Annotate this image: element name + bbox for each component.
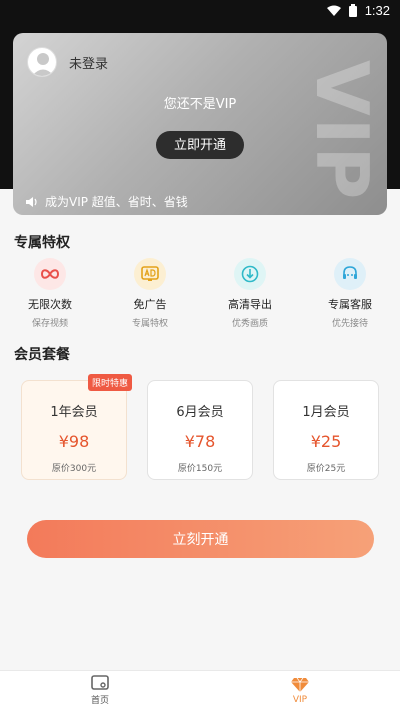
plan-original-price: 原价150元 xyxy=(177,464,223,474)
speaker-icon xyxy=(26,196,37,207)
privilege-title: 无限次数 xyxy=(28,298,72,311)
nav-home-label: 首页 xyxy=(90,696,109,706)
vip-status-text: 您还不是VIP xyxy=(163,97,237,112)
privilege-hd-export[interactable]: 高清导出 优秀画质 xyxy=(200,258,300,338)
privilege-subtitle: 优秀画质 xyxy=(231,319,268,329)
download-icon xyxy=(234,258,266,290)
plan-list: 限时特惠 1年会员 ¥98 原价300元 6月会员 ¥78 原价150元 1月会… xyxy=(21,374,381,480)
user-avatar-icon xyxy=(31,53,55,76)
vip-promo-text: 成为VIP 超值、省时、省钱 xyxy=(45,195,188,209)
plan-card-yearly[interactable]: 限时特惠 1年会员 ¥98 原价300元 xyxy=(21,374,132,480)
status-bar: 1:32 xyxy=(0,0,400,24)
plan-card-six-months[interactable]: 6月会员 ¥78 原价150元 xyxy=(147,380,253,480)
privileges-list: 无限次数 保存视频 免广告 专属特权 高清导出 优秀画质 专属客服 优先接待 xyxy=(0,258,400,338)
plan-card-monthly[interactable]: 1月会员 ¥25 原价25元 xyxy=(273,380,379,480)
home-icon xyxy=(91,675,109,690)
plan-price: ¥78 xyxy=(184,432,216,451)
headset-icon xyxy=(334,258,366,290)
privilege-unlimited[interactable]: 无限次数 保存视频 xyxy=(0,258,100,338)
wifi-icon xyxy=(326,5,341,16)
privilege-support[interactable]: 专属客服 优先接待 xyxy=(300,258,400,338)
vip-promo: 成为VIP 超值、省时、省钱 xyxy=(25,193,188,210)
plan-name: 1月会员 xyxy=(302,405,350,420)
privilege-title: 专属客服 xyxy=(328,298,372,311)
status-icons: 1:32 xyxy=(326,3,390,18)
plan-name: 6月会员 xyxy=(176,405,224,420)
nav-vip[interactable]: VIP xyxy=(200,671,400,710)
limited-offer-badge: 限时特惠 xyxy=(87,374,132,391)
privilege-subtitle: 保存视频 xyxy=(31,319,68,329)
avatar[interactable] xyxy=(27,47,57,77)
privilege-subtitle: 优先接待 xyxy=(331,319,368,329)
plan-price: ¥25 xyxy=(310,432,342,451)
plans-title: 会员套餐 xyxy=(14,347,70,363)
privilege-subtitle: 专属特权 xyxy=(131,319,168,329)
plan-price: ¥98 xyxy=(58,432,90,451)
login-status-text[interactable]: 未登录 xyxy=(69,53,108,72)
open-vip-now-button[interactable]: 立即开通 xyxy=(156,131,244,159)
plan-original-price: 原价25元 xyxy=(306,464,346,474)
privileges-title: 专属特权 xyxy=(14,235,70,251)
plan-name: 1年会员 xyxy=(50,405,98,420)
battery-icon xyxy=(348,4,357,17)
ad-icon xyxy=(134,258,166,290)
status-time: 1:32 xyxy=(364,3,390,18)
plan-original-price: 原价300元 xyxy=(51,464,97,474)
infinity-icon xyxy=(34,258,66,290)
vip-card: VIP 未登录 您还不是VIP 立即开通 成为VIP 超值、省时、省钱 xyxy=(13,33,387,215)
open-membership-button[interactable]: 立刻开通 xyxy=(27,520,374,558)
bottom-nav: 首页 VIP xyxy=(0,670,400,710)
vip-watermark: VIP xyxy=(300,60,384,202)
privilege-no-ads[interactable]: 免广告 专属特权 xyxy=(100,258,200,338)
privilege-title: 免广告 xyxy=(133,298,167,311)
nav-vip-label: VIP xyxy=(292,694,308,705)
diamond-icon xyxy=(291,677,309,692)
nav-home[interactable]: 首页 xyxy=(0,671,200,710)
privilege-title: 高清导出 xyxy=(228,298,272,311)
